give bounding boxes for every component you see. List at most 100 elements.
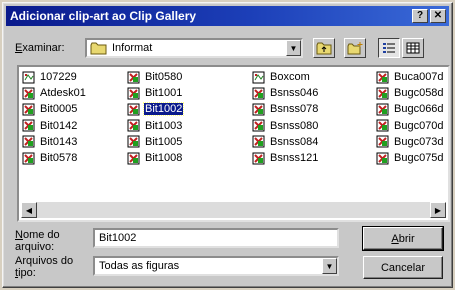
file-item[interactable]: Bsnss080	[252, 118, 319, 134]
file-name: Bsnss078	[270, 103, 319, 116]
clipart-file-icon	[127, 103, 140, 116]
clipart-file-icon	[127, 135, 140, 148]
file-item[interactable]: Bugc073d	[376, 134, 445, 150]
clipart-file-icon	[252, 103, 265, 116]
cancel-button[interactable]: Cancelar	[363, 256, 443, 279]
help-button[interactable]: ?	[412, 9, 428, 23]
file-name: Bit0580	[145, 71, 183, 84]
file-name: Bsnss080	[270, 119, 319, 132]
clipart-file-icon	[22, 135, 35, 148]
file-name: Boxcom	[270, 71, 310, 84]
clipart-file-icon	[22, 87, 35, 100]
file-name: Atdesk01	[40, 87, 86, 100]
lookin-value: Informat	[112, 42, 153, 54]
horizontal-scrollbar[interactable]: ◀ ▶	[21, 202, 446, 218]
file-item[interactable]: Bugc075d	[376, 150, 445, 166]
file-item[interactable]: Bit0580	[127, 69, 183, 85]
clipart-file-icon	[252, 152, 265, 165]
file-name: Bit0005	[40, 103, 78, 116]
graphic-file-icon	[22, 71, 35, 84]
file-item[interactable]: 107229	[22, 69, 87, 85]
file-item[interactable]: Bsnss078	[252, 101, 319, 117]
file-item[interactable]: Bugc070d	[376, 118, 445, 134]
clipart-file-icon	[127, 119, 140, 132]
clipart-file-icon	[252, 119, 265, 132]
file-name: Bugc066d	[394, 103, 444, 116]
file-name: Bit1002	[142, 102, 185, 117]
chevron-down-icon[interactable]: ▼	[322, 258, 337, 274]
lookin-label: Examinar:	[15, 42, 65, 54]
file-name: Bit0578	[40, 152, 78, 165]
clipart-file-icon	[22, 152, 35, 165]
clipart-file-icon	[127, 152, 140, 165]
file-column-2: Bit0580 Bit1001 Bit1002 Bit1003 Bit1005 Bit10…	[127, 69, 185, 166]
details-view-button[interactable]	[402, 38, 424, 58]
file-name: Bsnss084	[270, 135, 319, 148]
clipart-file-icon	[376, 135, 389, 148]
up-one-level-button[interactable]	[313, 38, 335, 58]
folder-up-icon	[316, 42, 332, 54]
file-name: Bugc075d	[394, 152, 444, 165]
open-button[interactable]: Abrir	[362, 226, 444, 251]
clipart-file-icon	[376, 87, 389, 100]
new-folder-button[interactable]	[344, 38, 366, 58]
file-column-1: 107229 Atdesk01 Bit0005 Bit0142 Bit0143 Bit05…	[22, 69, 87, 166]
file-item[interactable]: Bit1002	[127, 101, 185, 117]
scroll-left-icon[interactable]: ◀	[21, 202, 37, 218]
clipart-file-icon	[376, 71, 389, 84]
file-item[interactable]: Bit1001	[127, 85, 183, 101]
lookin-dropdown[interactable]: Informat ▼	[85, 38, 303, 58]
list-view-icon	[383, 43, 395, 53]
file-name: Bit1008	[145, 152, 183, 165]
file-name: Bugc073d	[394, 135, 444, 148]
clipart-file-icon	[22, 119, 35, 132]
file-name: Bugc070d	[394, 119, 444, 132]
list-view-button[interactable]	[378, 38, 400, 58]
file-item[interactable]: Bit1005	[127, 134, 183, 150]
file-item[interactable]: Bit1003	[127, 118, 183, 134]
close-button[interactable]: ✕	[430, 9, 446, 23]
file-column-4: Buca007d Bugc058d Bugc066d Bugc070d Bugc073d…	[376, 69, 445, 166]
clipart-file-icon	[127, 87, 140, 100]
file-name: Bsnss046	[270, 87, 319, 100]
file-item[interactable]: Atdesk01	[22, 85, 87, 101]
clipart-file-icon	[22, 103, 35, 116]
file-item[interactable]: Bit0142	[22, 118, 87, 134]
title-bar[interactable]: Adicionar clip-art ao Clip Gallery ? ✕	[6, 6, 449, 26]
clipart-file-icon	[127, 71, 140, 84]
clipart-file-icon	[252, 87, 265, 100]
file-name: 107229	[40, 71, 77, 84]
file-item[interactable]: Bsnss084	[252, 134, 319, 150]
clipart-file-icon	[376, 119, 389, 132]
chevron-down-icon[interactable]: ▼	[286, 40, 301, 56]
file-name: Buca007d	[394, 71, 444, 84]
clipart-file-icon	[376, 103, 389, 116]
filetype-dropdown[interactable]: Todas as figuras ▼	[93, 256, 339, 276]
file-item[interactable]: Bugc058d	[376, 85, 445, 101]
window-title: Adicionar clip-art ao Clip Gallery	[10, 9, 197, 23]
filename-label: Nome do arquivo:	[15, 229, 60, 253]
scroll-right-icon[interactable]: ▶	[430, 202, 446, 218]
file-item[interactable]: Bsnss046	[252, 85, 319, 101]
file-item[interactable]: Boxcom	[252, 69, 319, 85]
file-column-3: Boxcom Bsnss046 Bsnss078 Bsnss080 Bsnss084 Bs…	[252, 69, 319, 166]
file-item[interactable]: Bsnss121	[252, 150, 319, 166]
dialog-window: Adicionar clip-art ao Clip Gallery ? ✕ E…	[2, 2, 453, 288]
details-view-icon	[406, 42, 420, 54]
filename-input[interactable]: Bit1002	[93, 228, 339, 248]
file-item[interactable]: Bit0143	[22, 134, 87, 150]
file-item[interactable]: Bit0578	[22, 150, 87, 166]
file-list[interactable]: 107229 Atdesk01 Bit0005 Bit0142 Bit0143 Bit05…	[17, 65, 450, 222]
file-name: Bsnss121	[270, 152, 319, 165]
filename-value: Bit1002	[99, 232, 137, 244]
file-item[interactable]: Bit1008	[127, 150, 183, 166]
file-name: Bit1005	[145, 135, 183, 148]
file-name: Bugc058d	[394, 87, 444, 100]
clipart-file-icon	[376, 152, 389, 165]
graphic-file-icon	[252, 71, 265, 84]
file-item[interactable]: Buca007d	[376, 69, 445, 85]
file-item[interactable]: Bugc066d	[376, 101, 445, 117]
folder-icon	[90, 42, 107, 54]
clipart-file-icon	[252, 135, 265, 148]
file-item[interactable]: Bit0005	[22, 101, 87, 117]
